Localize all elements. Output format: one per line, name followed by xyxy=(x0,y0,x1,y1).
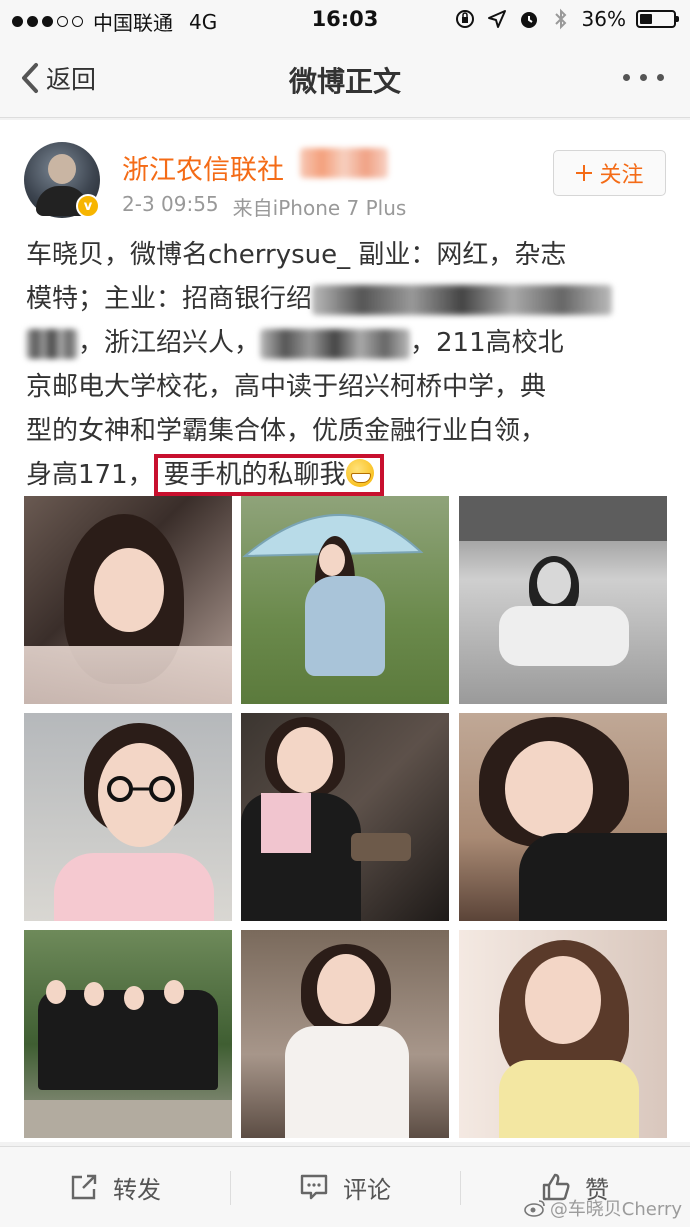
photo-thumbnail[interactable] xyxy=(241,713,449,921)
post-text-line: 模特；主业：招商银行绍 xyxy=(26,277,666,321)
photo-thumbnail[interactable] xyxy=(24,713,232,921)
photo-thumbnail[interactable] xyxy=(24,930,232,1138)
comment-label: 评论 xyxy=(343,1175,391,1204)
post-text-line: 京邮电大学校花，高中读于绍兴柯桥中学，典 xyxy=(26,372,547,402)
post-body: 车晓贝，微博名cherrysue_ 副业：网红，杂志 模特；主业：招商银行绍 ，… xyxy=(26,233,666,497)
photo-thumbnail[interactable] xyxy=(459,496,667,704)
photo-thumbnail[interactable] xyxy=(241,496,449,704)
grin-emoji-icon xyxy=(345,459,374,487)
blurred-name-mosaic xyxy=(300,148,388,178)
location-icon xyxy=(486,8,508,30)
post-text-line: ，浙江绍兴人， ，211高校北 xyxy=(26,321,666,365)
weibo-watermark: @车晓贝Cherry xyxy=(524,1195,682,1221)
author-name[interactable]: 浙江农信联社 xyxy=(122,148,284,187)
post-date: 2-3 09:55 xyxy=(122,192,219,216)
blurred-text-mosaic xyxy=(312,284,613,315)
blurred-text-mosaic xyxy=(26,328,78,359)
post-text-line: 身高171， 要手机的私聊我 xyxy=(26,453,666,497)
weibo-logo-icon xyxy=(524,1200,545,1217)
status-bar: 中国联通 4G 16:03 36% xyxy=(0,0,690,40)
post-card: v 浙江农信联社 2-3 09:55 来自iPhone 7 Plus 关注 车晓… xyxy=(0,120,690,1142)
highlight-annotation: 要手机的私聊我 xyxy=(153,454,384,496)
photo-thumbnail[interactable] xyxy=(24,496,232,704)
share-icon xyxy=(71,1174,97,1200)
verified-badge-icon: v xyxy=(76,194,100,218)
battery-percent: 36% xyxy=(581,7,626,31)
plus-icon xyxy=(576,165,593,181)
repost-button[interactable]: 转发 xyxy=(0,1147,230,1227)
alarm-icon xyxy=(518,8,540,30)
avatar[interactable]: v xyxy=(24,142,100,218)
photo-thumbnail[interactable] xyxy=(241,930,449,1138)
follow-button[interactable]: 关注 xyxy=(553,150,666,196)
follow-label: 关注 xyxy=(599,163,644,188)
blurred-text-mosaic xyxy=(260,328,411,359)
photo-thumbnail[interactable] xyxy=(459,713,667,921)
post-text-line: 车晓贝，微博名cherrysue_ 副业：网红，杂志 xyxy=(26,240,567,270)
photo-thumbnail[interactable] xyxy=(459,930,667,1138)
bluetooth-icon xyxy=(550,8,572,30)
post-source: 来自iPhone 7 Plus xyxy=(232,196,407,220)
battery-icon xyxy=(636,10,679,28)
comment-button[interactable]: 评论 xyxy=(230,1147,460,1227)
post-meta: 2-3 09:55 来自iPhone 7 Plus xyxy=(122,192,406,221)
repost-label: 转发 xyxy=(113,1175,161,1204)
more-options-icon[interactable] xyxy=(623,74,664,81)
rotation-lock-icon xyxy=(454,8,476,30)
photo-grid xyxy=(24,496,667,1138)
action-toolbar: 转发 评论 赞 @车晓贝Cherry xyxy=(0,1146,690,1227)
navigation-bar: 返回 微博正文 xyxy=(0,40,690,118)
page-title: 微博正文 xyxy=(288,65,401,98)
post-text-line: 型的女神和学霸集合体，优质金融行业白领， xyxy=(26,416,547,446)
comment-icon xyxy=(300,1174,328,1200)
